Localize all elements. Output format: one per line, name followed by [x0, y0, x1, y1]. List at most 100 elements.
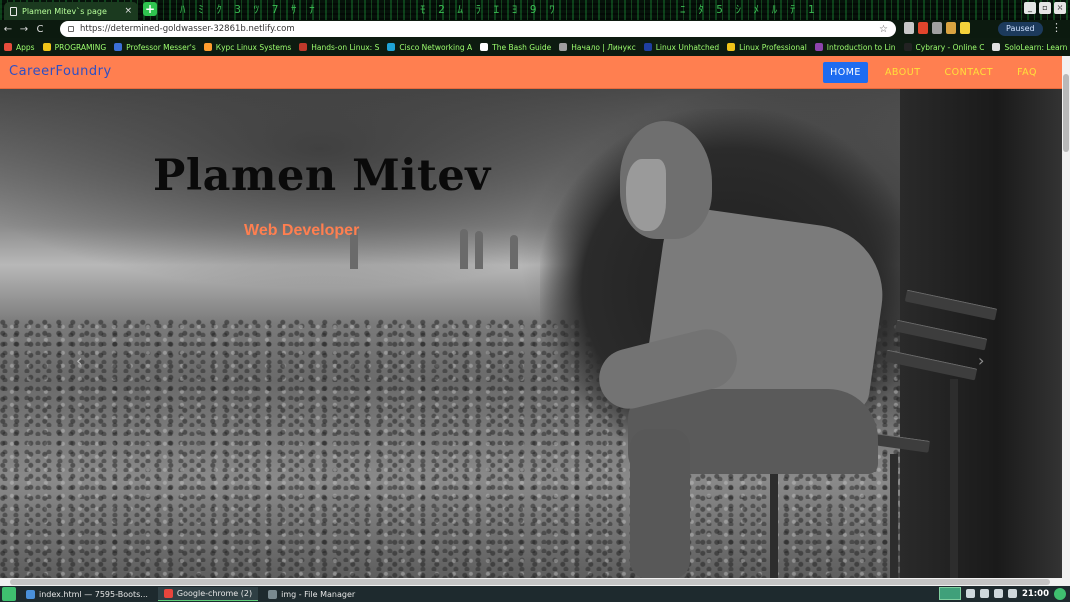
- forward-button[interactable]: →: [16, 24, 32, 35]
- document-icon: [10, 6, 17, 16]
- profile-paused-button[interactable]: Paused: [998, 22, 1043, 36]
- bookmarks-overflow-button[interactable]: »: [1056, 3, 1062, 13]
- new-tab-button[interactable]: +: [143, 2, 157, 16]
- os-taskbar: index.html — 7595-Boots... Google-chrome …: [0, 586, 1070, 602]
- volume-icon[interactable]: [1007, 589, 1017, 598]
- person-shape: [626, 159, 666, 231]
- bookmark-label: Professor Messer's: [126, 42, 196, 52]
- extension-icon[interactable]: [904, 22, 914, 34]
- bookmark-label: PROGRAMING: [54, 42, 107, 52]
- bookmark-label: Начало | Линукс: [571, 42, 636, 52]
- shield-icon[interactable]: [965, 589, 975, 598]
- horizontal-scrollbar[interactable]: [0, 578, 1070, 586]
- maximize-button[interactable]: ▫: [1039, 2, 1051, 14]
- hero-subtitle: Web Developer: [244, 222, 360, 239]
- bench-leg: [950, 379, 958, 578]
- bookmark-favicon-icon: [203, 43, 212, 51]
- bookmark-item[interactable]: Linux Professional: [727, 43, 807, 52]
- start-menu-button[interactable]: [2, 587, 16, 601]
- office-extension-icon[interactable]: [918, 22, 928, 34]
- bookmark-item[interactable]: Курс Linux Systems: [203, 42, 292, 52]
- hero-carousel: ‹ › Plamen Mitev Web Developer: [0, 89, 1062, 578]
- bookmark-label: The Bash Guide: [492, 42, 552, 52]
- bookmark-label: SoloLearn: Learn t: [1004, 42, 1070, 52]
- close-tab-icon[interactable]: ×: [124, 6, 132, 16]
- bookmark-favicon-icon: [299, 43, 308, 51]
- power-icon[interactable]: [1054, 587, 1066, 600]
- bookmark-label: Курс Linux Systems: [215, 42, 292, 52]
- bookmark-item[interactable]: The Bash Guide: [480, 43, 551, 52]
- carousel-next-icon[interactable]: ›: [978, 351, 984, 370]
- clipboard-icon[interactable]: [979, 589, 989, 598]
- bookmark-label: Linux Unhatched: [655, 42, 720, 52]
- bookmark-favicon-icon: [559, 43, 568, 51]
- background-people: [340, 209, 540, 269]
- app-icon: [268, 589, 278, 599]
- address-bar[interactable]: https://determined-goldwasser-32861b.net…: [60, 21, 896, 37]
- brand-logo[interactable]: CareerFoundry: [9, 64, 112, 79]
- bookmark-star-icon[interactable]: ☆: [879, 24, 888, 35]
- bookmark-item[interactable]: Hands-on Linux: S: [299, 43, 379, 52]
- site-navbar: CareerFoundry HOME ABOUT CONTACT FAQ: [0, 56, 1062, 89]
- bookmark-item[interactable]: Cybrary - Online C: [903, 42, 985, 52]
- hero-title: Plamen Mitev: [153, 151, 491, 201]
- extension-icon[interactable]: [946, 22, 956, 34]
- nav-link-about[interactable]: ABOUT: [878, 62, 928, 83]
- bookmark-item[interactable]: PROGRAMING: [42, 42, 107, 52]
- nav-link-home[interactable]: HOME: [823, 62, 868, 83]
- taskbar-tasks: index.html — 7595-Boots... Google-chrome …: [16, 587, 361, 601]
- scrollbar-thumb[interactable]: [1063, 74, 1069, 152]
- extension-icons: [904, 22, 970, 34]
- minimize-button[interactable]: _: [1024, 2, 1036, 14]
- system-tray: 21:00: [938, 587, 1066, 600]
- vertical-scrollbar[interactable]: [1062, 56, 1070, 578]
- browser-tab-active[interactable]: Plamen Mitev`s page ×: [4, 2, 138, 20]
- bookmark-label: Cisco Networking A: [399, 42, 473, 52]
- app-icon: [163, 589, 173, 598]
- display-icon[interactable]: [993, 589, 1003, 598]
- bookmark-item[interactable]: SoloLearn: Learn t: [992, 43, 1070, 52]
- nav-link-faq[interactable]: FAQ: [1010, 62, 1044, 83]
- back-button[interactable]: ←: [0, 24, 16, 35]
- bookmark-favicon-icon: [814, 43, 823, 51]
- task-label: index.html — 7595-Boots...: [39, 589, 148, 599]
- browser-tab-strip: ﾊ ﾐ ｸ 3 ﾂ 7 ｻ ﾅ ﾓ 2 ﾑ ﾗ ｴ ﾖ 9 ﾜ ﾆ ﾀ 5 ｼ …: [0, 0, 1070, 20]
- bookmark-label: Hands-on Linux: S: [311, 42, 380, 52]
- extension-icon[interactable]: [960, 22, 970, 34]
- extension-icon[interactable]: [932, 22, 942, 34]
- browser-menu-icon[interactable]: ⋮: [1051, 21, 1062, 34]
- bookmark-favicon-icon: [4, 43, 12, 51]
- browser-toolbar: ← → C https://determined-goldwasser-3286…: [0, 20, 1070, 38]
- bookmark-label: Cybrary - Online C: [915, 42, 985, 52]
- bookmarks-bar: Apps PROGRAMING Professor Messer's Курс Lin…: [0, 38, 1070, 56]
- matrix-decoration: ﾊ ﾐ ｸ 3 ﾂ 7 ｻ ﾅ: [180, 3, 318, 16]
- matrix-decoration: ﾓ 2 ﾑ ﾗ ｴ ﾖ 9 ﾜ: [420, 3, 558, 16]
- reload-button[interactable]: C: [32, 24, 48, 35]
- page-viewport: CareerFoundry HOME ABOUT CONTACT FAQ ‹ ›…: [0, 56, 1070, 578]
- bookmark-favicon-icon: [480, 43, 489, 51]
- url-text: https://determined-goldwasser-32861b.net…: [80, 24, 295, 34]
- taskbar-task[interactable]: Google-chrome (2): [157, 587, 259, 601]
- bookmark-item[interactable]: Apps: [4, 43, 35, 52]
- bookmark-item[interactable]: Начало | Линукс: [559, 42, 636, 52]
- bookmark-label: Introduction to Lin: [826, 42, 896, 52]
- nav-link-contact[interactable]: CONTACT: [938, 62, 1001, 83]
- bookmark-item[interactable]: Cisco Networking A: [387, 43, 472, 52]
- chrome-tray-icon[interactable]: [938, 587, 961, 600]
- task-label: Google-chrome (2): [176, 589, 253, 598]
- bookmark-favicon-icon: [114, 43, 123, 51]
- carousel-prev-icon[interactable]: ‹: [76, 351, 82, 370]
- bookmark-favicon-icon: [42, 43, 51, 51]
- matrix-decoration: ﾆ ﾀ 5 ｼ ﾒ ﾙ ﾃ 1: [680, 3, 818, 16]
- scrollbar-thumb[interactable]: [10, 579, 1050, 585]
- task-label: img - File Manager: [281, 589, 356, 599]
- bench-leg: [890, 454, 898, 578]
- bookmark-favicon-icon: [903, 43, 912, 51]
- bookmark-item[interactable]: Professor Messer's: [114, 43, 196, 52]
- bookmark-item[interactable]: Introduction to Lin: [814, 42, 896, 52]
- bookmark-favicon-icon: [643, 43, 652, 51]
- bookmark-item[interactable]: Linux Unhatched: [643, 42, 720, 52]
- taskbar-task[interactable]: img - File Manager: [262, 587, 361, 601]
- taskbar-task[interactable]: index.html — 7595-Boots...: [20, 587, 154, 601]
- bookmark-label: Apps: [16, 42, 35, 52]
